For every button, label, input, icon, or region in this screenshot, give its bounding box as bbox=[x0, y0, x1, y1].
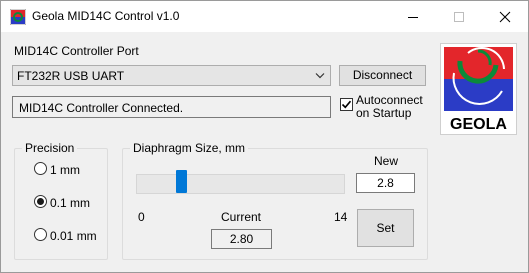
close-icon bbox=[499, 11, 511, 23]
geola-logo: GEOLA bbox=[440, 43, 517, 135]
status-text: MID14C Controller Connected. bbox=[19, 101, 184, 115]
autoconnect-label-line2: on Startup bbox=[356, 106, 412, 120]
diaphragm-slider-thumb[interactable] bbox=[175, 170, 187, 193]
diaphragm-group-title: Diaphragm Size, mm bbox=[130, 141, 249, 155]
disconnect-button[interactable]: Disconnect bbox=[339, 65, 426, 86]
precision-radio-1mm[interactable] bbox=[34, 162, 47, 175]
chevron-down-icon bbox=[315, 73, 325, 79]
main-window: Geola MID14C Control v1.0 MID14C Control… bbox=[0, 0, 529, 273]
maximize-button bbox=[436, 1, 482, 32]
title-bar[interactable]: Geola MID14C Control v1.0 bbox=[1, 1, 528, 32]
precision-label-1mm: 1 mm bbox=[50, 163, 80, 177]
minimize-button[interactable] bbox=[390, 1, 436, 32]
checkmark-icon bbox=[341, 100, 352, 109]
minimize-icon bbox=[408, 17, 418, 18]
set-button[interactable]: Set bbox=[357, 209, 414, 247]
new-label: New bbox=[374, 154, 399, 168]
port-select-value: FT232R USB UART bbox=[17, 69, 125, 83]
status-field: MID14C Controller Connected. bbox=[12, 96, 331, 118]
port-label: MID14C Controller Port bbox=[14, 44, 139, 58]
logo-text: GEOLA bbox=[450, 116, 507, 133]
close-button[interactable] bbox=[482, 1, 528, 32]
window-title: Geola MID14C Control v1.0 bbox=[32, 9, 180, 23]
precision-radio-0-1mm[interactable] bbox=[34, 195, 47, 208]
port-select[interactable]: FT232R USB UART bbox=[12, 65, 331, 86]
precision-label-0-1mm: 0.1 mm bbox=[50, 196, 91, 210]
current-value-field: 2.80 bbox=[211, 229, 272, 249]
slider-max-label: 14 bbox=[334, 210, 348, 224]
geola-app-icon bbox=[10, 9, 26, 25]
client-area: MID14C Controller Port FT232R USB UART D… bbox=[1, 32, 528, 272]
diaphragm-slider-track[interactable] bbox=[136, 174, 345, 194]
slider-min-label: 0 bbox=[138, 210, 145, 224]
precision-radio-0-01mm[interactable] bbox=[34, 228, 47, 241]
maximize-icon bbox=[454, 12, 464, 22]
precision-group-title: Precision bbox=[22, 141, 78, 155]
precision-label-0-01mm: 0.01 mm bbox=[50, 229, 97, 243]
autoconnect-label-line1: Autoconnect bbox=[356, 93, 423, 107]
new-value-input[interactable]: 2.8 bbox=[356, 173, 415, 193]
current-label: Current bbox=[221, 210, 262, 224]
radio-selected-dot bbox=[37, 198, 44, 205]
autoconnect-checkbox[interactable] bbox=[340, 98, 353, 111]
